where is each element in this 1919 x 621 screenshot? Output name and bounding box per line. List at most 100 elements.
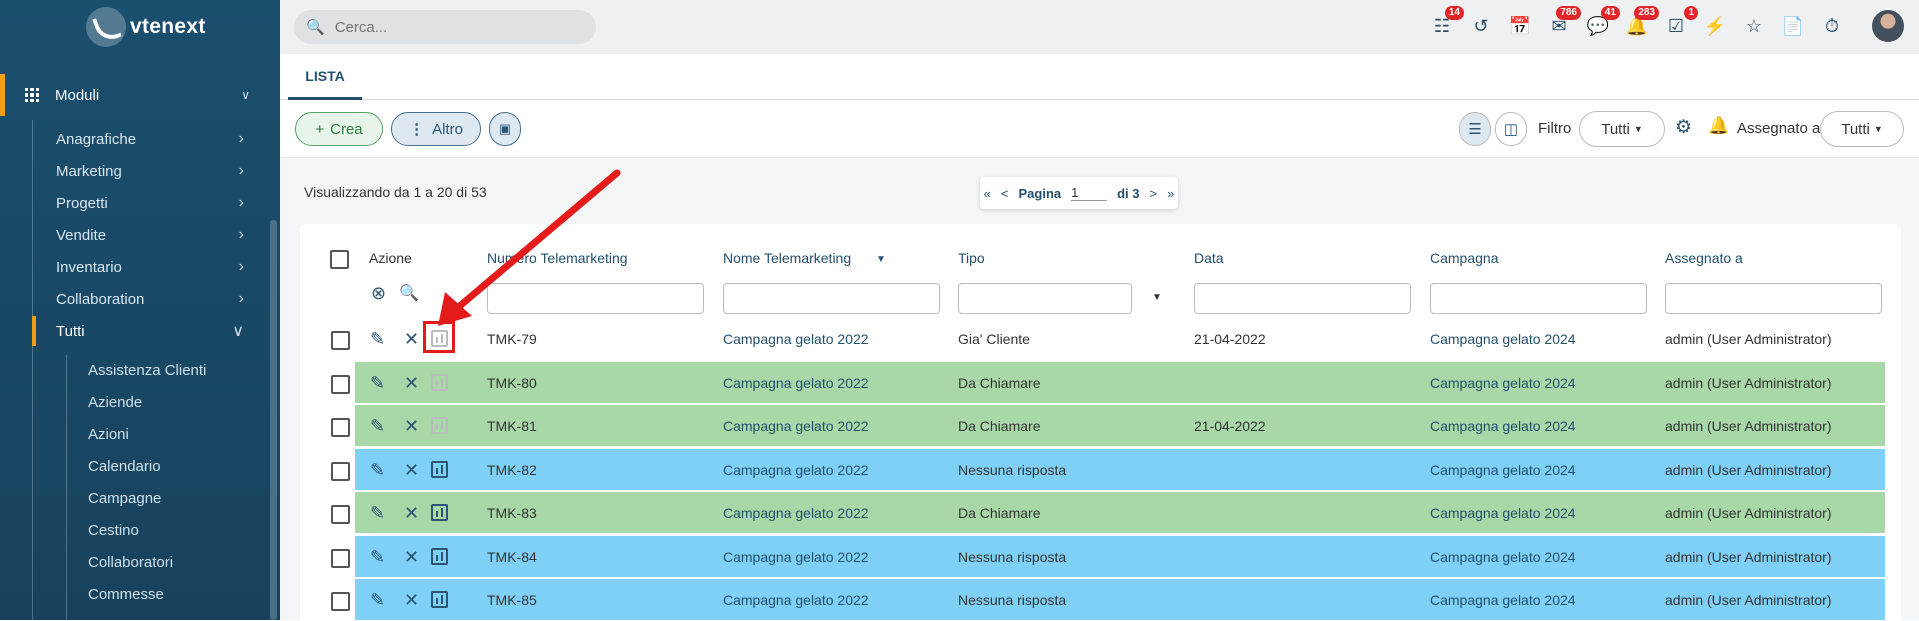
sidebar-item-inventario[interactable]: Inventario › [32,252,262,282]
statistics-chart-icon[interactable] [431,504,448,521]
cell-campagna[interactable]: Campagna gelato 2024 [1430,536,1576,578]
header-nome[interactable]: Nome Telemarketing [723,250,851,266]
sidebar-item-progetti[interactable]: Progetti › [32,188,262,218]
filtro-dropdown[interactable]: Tutti ▼ [1579,111,1665,147]
last-page-button[interactable]: » [1167,186,1174,201]
cell-numero[interactable]: TMK-85 [487,579,537,621]
header-assegnato[interactable]: Assegnato a [1665,250,1743,266]
cell-campagna[interactable]: Campagna gelato 2024 [1430,449,1576,491]
header-tipo[interactable]: Tipo [958,250,985,266]
edit-pencil-icon[interactable]: ✎ [370,318,385,360]
history-icon[interactable]: ↺ [1469,14,1493,38]
sidebar-subitem[interactable]: Cestino [88,522,139,539]
statistics-chart-icon[interactable] [431,591,448,608]
row-checkbox[interactable] [331,592,350,611]
cell-numero[interactable]: TMK-81 [487,405,537,447]
cell-numero[interactable]: TMK-82 [487,449,537,491]
header-data[interactable]: Data [1194,250,1224,266]
search-icon[interactable]: 🔍 [399,283,419,303]
star-icon[interactable]: ☆ [1742,14,1766,38]
filter-tipo-select[interactable] [958,283,1132,314]
list-view-button[interactable]: ☰ [1459,112,1491,146]
cell-nome[interactable]: Campagna gelato 2022 [723,536,869,578]
sidebar-subitem[interactable]: Azioni [88,426,129,443]
caret-down-icon[interactable]: ▼ [1152,292,1162,303]
sidebar-subitem[interactable]: Calendario [88,458,161,475]
delete-x-icon[interactable]: ✕ [404,536,419,578]
cell-numero[interactable]: TMK-79 [487,318,537,360]
tab-lista[interactable]: LISTA [288,54,362,100]
cell-numero[interactable]: TMK-80 [487,362,537,404]
sidebar-moduli[interactable]: Moduli ∨ [0,74,266,116]
cell-numero[interactable]: TMK-84 [487,536,537,578]
edit-pencil-icon[interactable]: ✎ [370,449,385,491]
clear-filter-icon[interactable]: ⊗ [371,283,386,304]
filter-data-input[interactable] [1194,283,1411,314]
search-box[interactable]: 🔍 [294,10,596,44]
statistics-chart-icon[interactable] [431,417,448,434]
table-row[interactable]: ✎ ✕ TMK-81 Campagna gelato 2022 Da Chiamare 2… [355,405,1885,447]
first-page-button[interactable]: « [984,186,991,201]
filter-numero-input[interactable] [487,283,704,314]
delete-x-icon[interactable]: ✕ [404,318,419,360]
sidebar-subitem[interactable]: Campagne [88,490,161,507]
assegnato-dropdown[interactable]: Tutti ▼ [1820,111,1904,147]
cell-nome[interactable]: Campagna gelato 2022 [723,449,869,491]
edit-pencil-icon[interactable]: ✎ [370,405,385,447]
brand-logo[interactable]: vtenext [86,6,206,48]
delete-x-icon[interactable]: ✕ [404,405,419,447]
altro-button[interactable]: ⋮ Altro [391,112,481,146]
calendar-icon[interactable]: 📅 [1508,14,1532,38]
filter-assegnato-input[interactable] [1665,283,1882,314]
mail-icon[interactable]: ✉ 786 [1547,6,1581,38]
sidebar-scrollbar[interactable] [270,220,277,620]
crea-button[interactable]: + Crea [295,112,383,146]
cell-nome[interactable]: Campagna gelato 2022 [723,318,869,360]
sort-desc-icon[interactable]: ▼ [876,254,886,265]
cell-campagna[interactable]: Campagna gelato 2024 [1430,318,1576,360]
sidebar-subitem[interactable]: Commesse [88,586,164,603]
header-campagna[interactable]: Campagna [1430,250,1499,266]
avatar[interactable] [1872,10,1904,42]
table-row[interactable]: ✎ ✕ TMK-85 Campagna gelato 2022 Nessuna risp… [355,579,1885,621]
delete-x-icon[interactable]: ✕ [404,362,419,404]
row-checkbox[interactable] [331,375,350,394]
sidebar-item-vendite[interactable]: Vendite › [32,220,262,250]
delete-x-icon[interactable]: ✕ [404,579,419,621]
next-page-button[interactable]: > [1150,186,1158,201]
sidebar-item-marketing[interactable]: Marketing › [32,156,262,186]
tasks-icon[interactable]: ☑ 1 [1664,6,1698,38]
filter-nome-input[interactable] [723,283,940,314]
cell-nome[interactable]: Campagna gelato 2022 [723,405,869,447]
row-checkbox[interactable] [331,549,350,568]
cell-numero[interactable]: TMK-83 [487,492,537,534]
sidebar-item-anagrafiche[interactable]: Anagrafiche › [32,124,262,154]
cell-campagna[interactable]: Campagna gelato 2024 [1430,579,1576,621]
table-row[interactable]: ✎ ✕ TMK-84 Campagna gelato 2022 Nessuna risp… [355,536,1885,578]
sidebar-subitem[interactable]: Collaboratori [88,554,173,571]
chat-icon[interactable]: 💬 41 [1586,6,1620,38]
cell-campagna[interactable]: Campagna gelato 2024 [1430,405,1576,447]
widget-button[interactable]: ▣ [489,112,521,146]
statistics-chart-icon[interactable] [431,374,448,391]
row-checkbox[interactable] [331,462,350,481]
table-row[interactable]: ✎ ✕ TMK-83 Campagna gelato 2022 Da Chiamare C… [355,492,1885,534]
timer-icon[interactable]: ⏱ [1820,14,1844,38]
settings-gear-icon[interactable]: ⚙ [1675,116,1692,139]
statistics-chart-icon[interactable] [431,548,448,565]
sidebar-subitem[interactable]: Assistenza Clienti [88,362,206,379]
select-all-checkbox[interactable] [330,250,349,269]
edit-pencil-icon[interactable]: ✎ [370,362,385,404]
statistics-chart-icon[interactable] [431,461,448,478]
table-row[interactable]: ✎ ✕ TMK-80 Campagna gelato 2022 Da Chiamare C… [355,362,1885,404]
table-row[interactable]: ✎ ✕ TMK-82 Campagna gelato 2022 Nessuna risp… [355,449,1885,491]
sidebar-item-collaboration[interactable]: Collaboration › [32,284,262,314]
sidebar-item-tutti[interactable]: Tutti ∨ [32,316,262,346]
cell-campagna[interactable]: Campagna gelato 2024 [1430,492,1576,534]
sidebar-subitem[interactable]: Aziende [88,394,142,411]
hierarchy-icon[interactable]: ☷ 14 [1430,6,1464,38]
bell-icon[interactable]: 🔔 283 [1625,6,1659,38]
edit-pencil-icon[interactable]: ✎ [370,492,385,534]
cell-nome[interactable]: Campagna gelato 2022 [723,492,869,534]
header-numero[interactable]: Numero Telemarketing [487,250,628,266]
